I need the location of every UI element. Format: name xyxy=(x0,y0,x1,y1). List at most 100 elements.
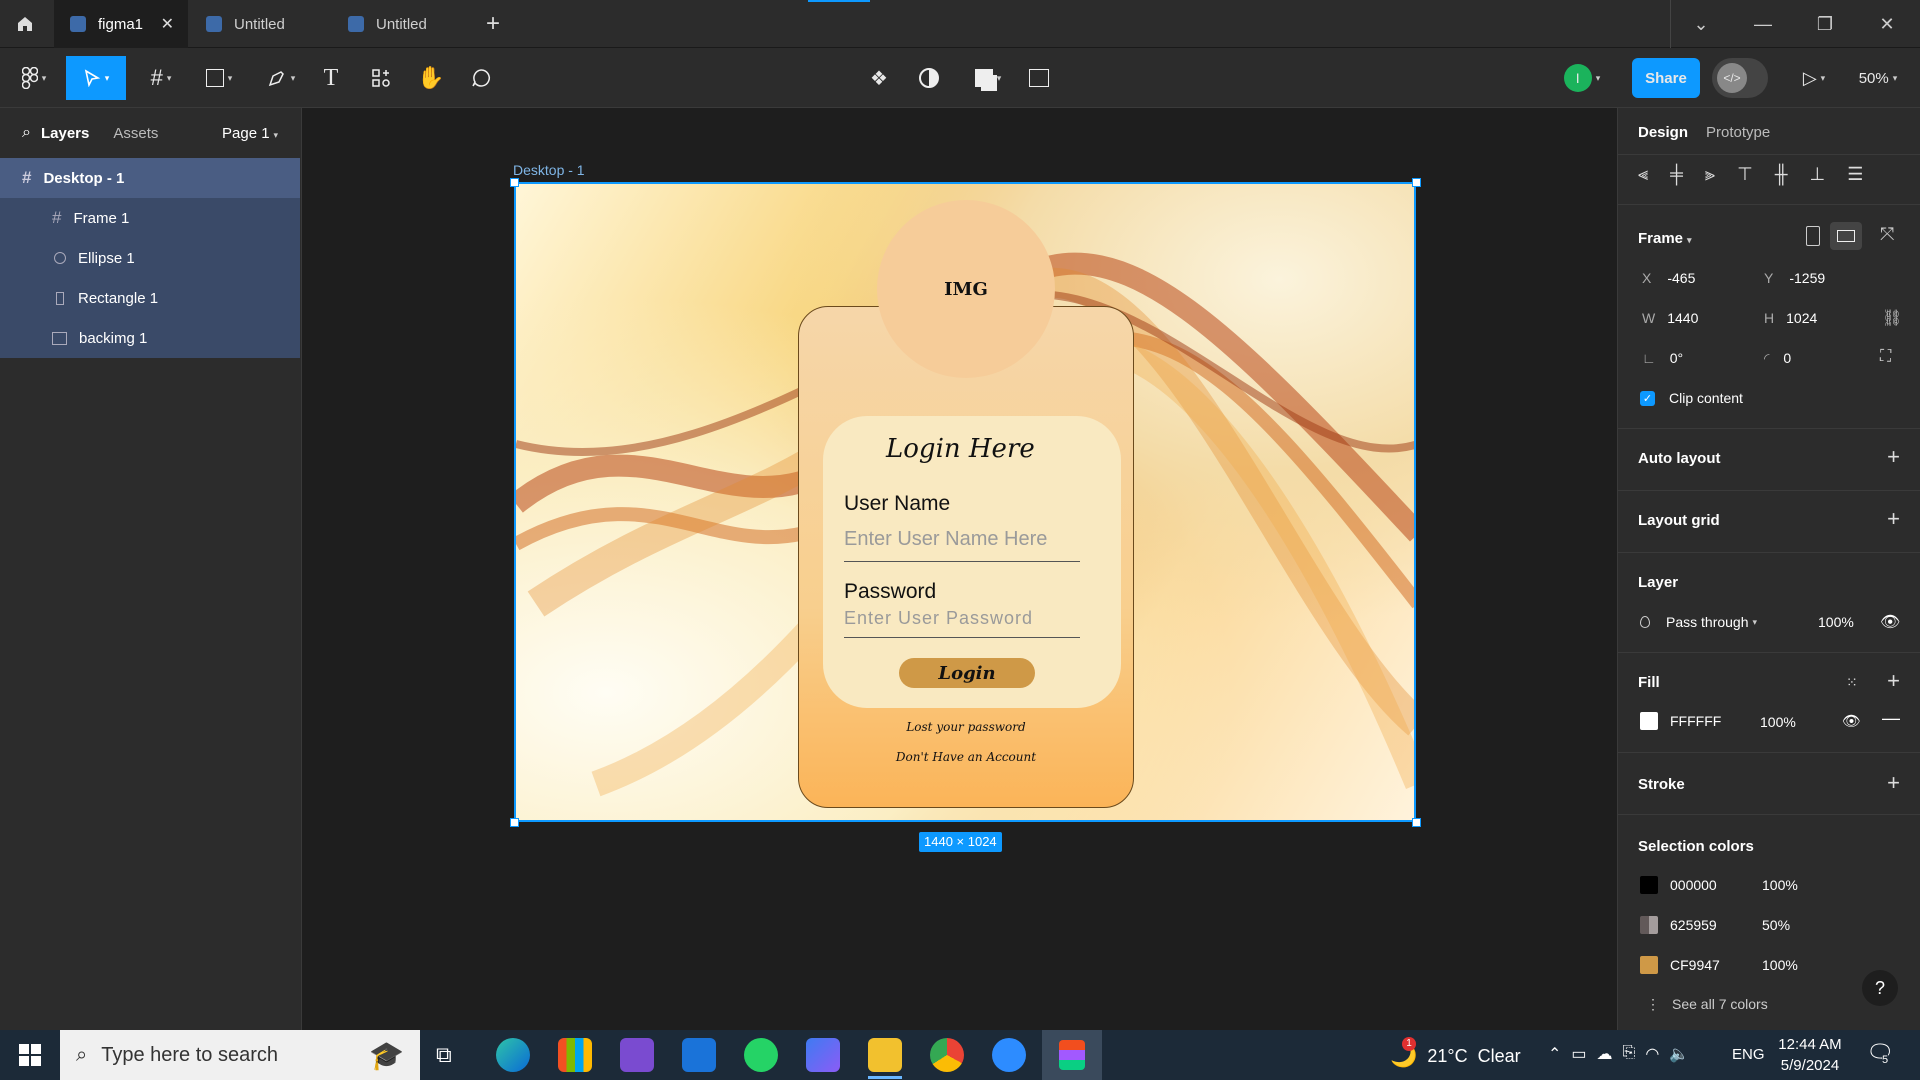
layer-backimg-1[interactable]: backimg 1 xyxy=(0,318,300,358)
align-center-v-icon[interactable]: ╫ xyxy=(1775,164,1788,185)
x-field[interactable]: X -465 xyxy=(1642,270,1695,286)
search-icon[interactable]: ⌕ xyxy=(22,124,31,142)
tab-prototype[interactable]: Prototype xyxy=(1706,124,1770,141)
start-button[interactable] xyxy=(0,1030,60,1080)
pen-tool[interactable]: ▾ xyxy=(260,56,302,100)
layer-ellipse-1[interactable]: Ellipse 1 xyxy=(0,238,300,278)
add-layout-grid-button[interactable]: + xyxy=(1887,506,1900,532)
comment-tool[interactable] xyxy=(466,56,496,100)
frame-tool[interactable]: # ▾ xyxy=(140,56,182,100)
eye-icon[interactable]: 👁 xyxy=(1842,712,1861,730)
resize-to-fit-icon[interactable]: ⤧ xyxy=(1880,224,1894,245)
main-menu-button[interactable]: ▾ xyxy=(14,56,54,100)
clip-content-checkbox[interactable]: ✓ Clip content xyxy=(1640,390,1743,406)
help-button[interactable]: ? xyxy=(1862,970,1898,1006)
username-input[interactable]: Enter User Name Here xyxy=(844,528,1080,562)
align-top-icon[interactable]: ⊤ xyxy=(1737,164,1753,185)
close-window-button[interactable]: ✕ xyxy=(1856,0,1918,48)
whatsapp-icon[interactable] xyxy=(744,1038,778,1072)
canvas[interactable]: Desktop - 1 IMG Login Here User Name Ent… xyxy=(302,108,1616,1030)
shape-tool[interactable]: ▾ xyxy=(198,56,240,100)
move-tool[interactable]: ▾ xyxy=(66,56,126,100)
distribute-icon[interactable]: ☰ xyxy=(1847,164,1863,185)
text-tool[interactable]: T xyxy=(316,56,346,100)
desktop-frame[interactable]: IMG Login Here User Name Enter User Name… xyxy=(514,182,1416,822)
add-stroke-button[interactable]: + xyxy=(1887,770,1900,796)
radius-field[interactable]: ◜ 0 xyxy=(1764,350,1791,367)
add-fill-button[interactable]: + xyxy=(1887,668,1900,694)
tab-untitled-2[interactable]: Untitled xyxy=(332,0,472,48)
color-swatch[interactable] xyxy=(1640,876,1658,894)
cloud-icon[interactable]: ☁ xyxy=(1597,1044,1613,1064)
tab-figma1[interactable]: figma1 ✕ xyxy=(54,0,188,48)
color-swatch[interactable] xyxy=(1640,916,1658,934)
battery-icon[interactable]: ▭ xyxy=(1571,1044,1586,1064)
tab-assets[interactable]: Assets xyxy=(113,125,158,142)
file-explorer-icon[interactable] xyxy=(868,1038,902,1072)
edge-icon[interactable] xyxy=(496,1038,530,1072)
selection-color-row[interactable]: CF9947 100% xyxy=(1640,956,1798,974)
zoom-icon[interactable] xyxy=(992,1038,1026,1072)
h-field[interactable]: H 1024 xyxy=(1764,310,1817,326)
store-icon[interactable] xyxy=(558,1038,592,1072)
tab-layers[interactable]: Layers xyxy=(41,125,89,142)
share-button[interactable]: Share xyxy=(1632,58,1700,98)
search-box[interactable]: ⌕ Type here to search 🎓 xyxy=(60,1030,420,1080)
color-swatch[interactable] xyxy=(1640,956,1658,974)
chrome-icon[interactable] xyxy=(930,1038,964,1072)
volume-icon[interactable]: 🔈 xyxy=(1669,1044,1689,1064)
create-component-button[interactable]: ❖ xyxy=(864,56,894,100)
frame-label[interactable]: Desktop - 1 xyxy=(513,162,585,178)
user-avatar-button[interactable]: I ▾ xyxy=(1560,56,1604,100)
blend-mode-select[interactable]: Pass through ▾ xyxy=(1640,614,1757,630)
language-indicator[interactable]: ENG xyxy=(1732,1046,1765,1063)
align-left-icon[interactable]: ⫷ xyxy=(1638,164,1648,185)
add-auto-layout-button[interactable]: + xyxy=(1887,444,1900,470)
present-button[interactable]: ▷ ▾ xyxy=(1794,56,1834,100)
fill-row[interactable]: FFFFFF xyxy=(1640,712,1721,730)
layer-frame-1[interactable]: # Frame 1 xyxy=(0,198,300,238)
layer-desktop-1[interactable]: # Desktop - 1 xyxy=(0,158,300,198)
notification-button[interactable]: 🗨 5 xyxy=(1866,1040,1894,1066)
fill-opacity[interactable]: 100% xyxy=(1760,714,1796,730)
fill-swatch[interactable] xyxy=(1640,712,1658,730)
home-button[interactable] xyxy=(0,0,50,48)
tab-design[interactable]: Design xyxy=(1638,124,1688,141)
layer-opacity[interactable]: 100% xyxy=(1818,614,1854,630)
selection-color-row[interactable]: 625959 50% xyxy=(1640,916,1790,934)
rotation-field[interactable]: ∟ 0° xyxy=(1642,350,1683,366)
copilot-icon[interactable] xyxy=(806,1038,840,1072)
minimize-button[interactable]: — xyxy=(1732,0,1794,48)
w-field[interactable]: W 1440 xyxy=(1642,310,1698,326)
y-field[interactable]: Y -1259 xyxy=(1764,270,1825,286)
crop-button[interactable] xyxy=(1024,56,1054,100)
align-right-icon[interactable]: ⫸ xyxy=(1705,164,1715,185)
tab-untitled-1[interactable]: Untitled xyxy=(190,0,330,48)
boolean-button[interactable]: ▾ xyxy=(966,56,1010,100)
portrait-icon[interactable] xyxy=(1806,226,1820,246)
task-view-icon[interactable]: ⧉ xyxy=(436,1042,452,1068)
zoom-menu[interactable]: 50% ▾ xyxy=(1848,56,1908,100)
independent-corners-icon[interactable]: ⛶ xyxy=(1880,348,1891,366)
landscape-button[interactable] xyxy=(1830,222,1862,250)
lost-password-link[interactable]: Lost your password xyxy=(798,720,1134,734)
layer-rectangle-1[interactable]: Rectangle 1 xyxy=(0,278,300,318)
page-selector[interactable]: Page 1 ▾ xyxy=(222,125,278,142)
wifi-icon[interactable]: ◠ xyxy=(1645,1044,1659,1064)
figma-taskbar-button[interactable] xyxy=(1042,1030,1102,1080)
mail-icon[interactable] xyxy=(682,1038,716,1072)
see-all-colors-link[interactable]: ⋮ See all 7 colors xyxy=(1646,996,1768,1013)
resize-handle-br[interactable] xyxy=(1412,818,1421,827)
selection-color-row[interactable]: 000000 100% xyxy=(1640,876,1798,894)
clock[interactable]: 12:44 AM 5/9/2024 xyxy=(1772,1034,1848,1076)
visual-studio-icon[interactable] xyxy=(620,1038,654,1072)
close-icon[interactable]: ✕ xyxy=(161,14,174,34)
hand-tool[interactable]: ✋ xyxy=(416,56,446,100)
password-input[interactable]: Enter User Password xyxy=(844,608,1080,638)
align-center-h-icon[interactable]: ╪ xyxy=(1670,164,1683,185)
new-tab-button[interactable]: + xyxy=(486,10,500,38)
styles-grid-icon[interactable]: ⁙ xyxy=(1846,674,1858,691)
login-button[interactable]: Login xyxy=(899,658,1035,688)
resize-handle-tl[interactable] xyxy=(510,178,519,187)
no-account-link[interactable]: Don't Have an Account xyxy=(798,750,1134,764)
